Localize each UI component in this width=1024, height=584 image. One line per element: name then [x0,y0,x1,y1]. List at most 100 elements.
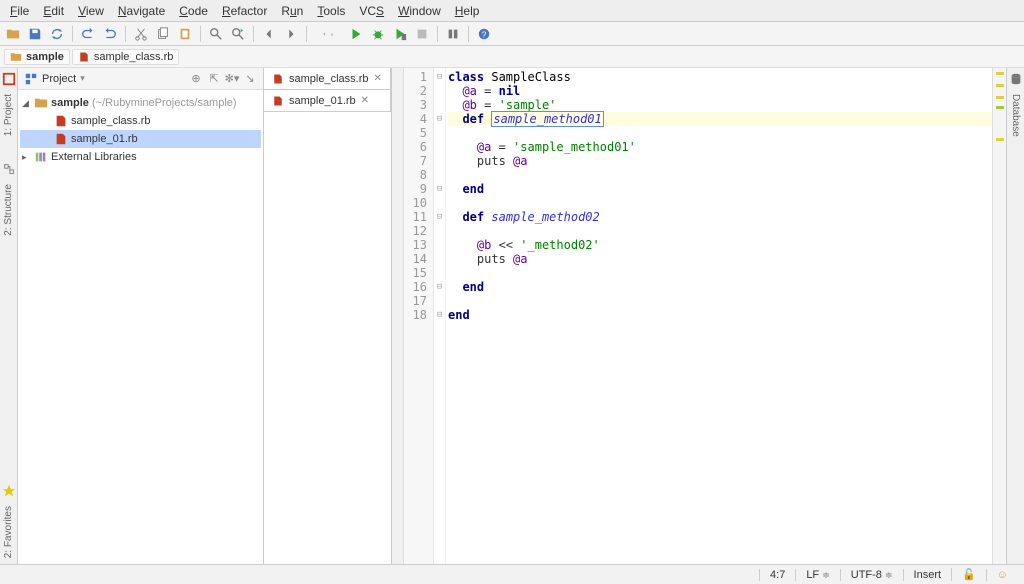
scroll-from-source-button[interactable]: ⊕ [189,72,203,86]
folder-icon [10,51,22,63]
project-panel-title: Project [42,73,76,85]
fold-gutter[interactable]: ⊟⊟⊟⊟⊟⊟ [434,68,446,564]
caret-position: 4:7 [759,569,795,581]
folder-icon [34,96,48,110]
separator [125,26,126,42]
main-area: 1: Project 2: Structure 2: Favorites Pro… [0,68,1024,564]
database-tool-icon[interactable] [1009,72,1023,86]
structure-tool-icon[interactable] [2,162,16,176]
tool-favorites-label[interactable]: 2: Favorites [3,500,14,564]
crumb-project-label: sample [26,51,64,63]
tree-file-sample-class[interactable]: sample_class.rb [20,112,261,130]
expand-icon[interactable]: ▸ [22,152,31,163]
debug-button[interactable] [369,25,387,43]
tree-root[interactable]: ◢ sample (~/RubymineProjects/sample) [20,94,261,112]
menu-run[interactable]: Run [275,2,309,20]
find-button[interactable] [207,25,225,43]
tree-file-label: sample_01.rb [71,133,138,145]
code-content[interactable]: class SampleClass @a = nil @b = 'sample'… [446,68,992,564]
tool-database-label[interactable]: Database [1010,88,1021,143]
tool-structure-label[interactable]: 2: Structure [3,178,14,242]
sync-button[interactable] [48,25,66,43]
cut-button[interactable] [132,25,150,43]
editor-tab-label: sample_class.rb [289,73,368,85]
insert-mode: Insert [903,569,952,581]
editor-area: sample_class.rb ✕ sample_01.rb ✕ 123456 [264,68,1006,564]
breadcrumb: sample sample_class.rb [0,46,1024,68]
editor-main: 123456789101112131415161718 ⊟⊟⊟⊟⊟⊟ class… [392,68,992,564]
menu-code[interactable]: Code [173,2,214,20]
editor-tab-label: sample_01.rb [289,95,356,107]
hide-panel-button[interactable]: ↘ [243,72,257,86]
ruby-file-icon [54,114,68,128]
svg-text:?: ? [482,30,487,39]
separator [200,26,201,42]
line-number-gutter: 123456789101112131415161718 [404,68,434,564]
stop-button[interactable] [413,25,431,43]
tree-external-libs[interactable]: ▸ External Libraries [20,148,261,166]
hector-icon[interactable]: ☺ [986,569,1018,581]
open-button[interactable] [4,25,22,43]
project-panel: Project ▾ ⊕ ⇱ ✻▾ ↘ ◢ sample (~/RubymineP… [18,68,264,564]
collapse-all-button[interactable]: ⇱ [207,72,221,86]
menu-help[interactable]: Help [449,2,486,20]
project-panel-header: Project ▾ ⊕ ⇱ ✻▾ ↘ [18,68,263,90]
menu-vcs[interactable]: VCS [353,2,390,20]
close-tab-icon[interactable]: ✕ [361,95,369,106]
line-separator[interactable]: LF ≑ [795,569,839,581]
panel-settings-button[interactable]: ✻▾ [225,72,239,86]
crumb-file-label: sample_class.rb [94,51,173,63]
ruby-file-icon [78,51,90,63]
menu-edit[interactable]: Edit [37,2,70,20]
separator [72,26,73,42]
tree-root-path: (~/RubymineProjects/sample) [92,97,237,109]
copy-button[interactable] [154,25,172,43]
ruby-file-icon [54,132,68,146]
tree-file-label: sample_class.rb [71,115,150,127]
editor-tab-sample-01[interactable]: sample_01.rb ✕ [264,90,391,111]
separator [253,26,254,42]
file-encoding[interactable]: UTF-8 ≑ [840,569,903,581]
run-button[interactable] [347,25,365,43]
right-tool-strip: Database [1006,68,1024,564]
undo-button[interactable] [79,25,97,43]
tree-root-label: sample [51,97,89,109]
read-only-toggle[interactable]: 🔓 [951,568,986,581]
project-icon [24,72,38,86]
separator [468,26,469,42]
paste-button[interactable] [176,25,194,43]
project-tool-icon[interactable] [2,72,16,86]
menu-window[interactable]: Window [392,2,447,20]
redo-button[interactable] [101,25,119,43]
forward-button[interactable] [282,25,300,43]
favorites-tool-icon[interactable] [2,484,16,498]
crumb-project[interactable]: sample [4,49,70,65]
crumb-file[interactable]: sample_class.rb [72,49,179,65]
expand-icon[interactable]: ◢ [22,98,31,109]
library-icon [34,150,48,164]
menu-navigate[interactable]: Navigate [112,2,171,20]
back-button[interactable] [260,25,278,43]
editor-tab-sample-class-left[interactable]: sample_class.rb ✕ [264,68,391,89]
settings-button[interactable] [444,25,462,43]
tree-file-sample-01[interactable]: sample_01.rb [20,130,261,148]
code-editor[interactable]: 123456789101112131415161718 ⊟⊟⊟⊟⊟⊟ class… [392,68,992,564]
menu-file[interactable]: File [4,2,35,20]
menu-bar: File Edit View Navigate Code Refactor Ru… [0,0,1024,22]
help-button[interactable]: ? [475,25,493,43]
status-bar: 4:7 LF ≑ UTF-8 ≑ Insert 🔓 ☺ [0,564,1024,584]
tool-project-label[interactable]: 1: Project [3,88,14,142]
save-button[interactable] [26,25,44,43]
breakpoint-gutter[interactable] [392,68,404,564]
run-config-button[interactable] [313,25,343,43]
menu-view[interactable]: View [72,2,110,20]
editor-left-split: sample_class.rb ✕ sample_01.rb ✕ [264,68,392,564]
left-tool-strip: 1: Project 2: Structure 2: Favorites [0,68,18,564]
coverage-button[interactable] [391,25,409,43]
menu-refactor[interactable]: Refactor [216,2,273,20]
close-tab-icon[interactable]: ✕ [373,73,381,84]
menu-tools[interactable]: Tools [311,2,351,20]
replace-button[interactable] [229,25,247,43]
ruby-file-icon [272,95,284,107]
project-tree: ◢ sample (~/RubymineProjects/sample) sam… [18,90,263,564]
